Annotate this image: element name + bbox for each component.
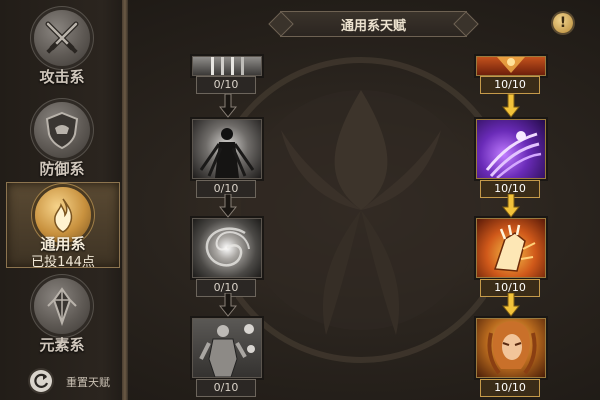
category-label: 攻击系	[39, 68, 85, 86]
talent-level: 0/10	[196, 76, 256, 94]
arrow-down-icon	[219, 293, 237, 317]
title-banner: 通用系天赋	[268, 11, 479, 37]
arrow-down-icon	[502, 293, 520, 317]
category-defense[interactable]: 防御系	[6, 98, 118, 188]
purple-claw-icon	[476, 119, 546, 179]
category-attack[interactable]: 攻击系	[6, 6, 118, 96]
arrow-down-icon	[219, 94, 237, 118]
crystal-icon	[34, 278, 90, 334]
arrow-down-icon	[502, 194, 520, 218]
crossed-swords-icon	[34, 10, 90, 66]
fire-emblem-icon	[476, 56, 546, 76]
arrow-down-icon	[219, 194, 237, 218]
talent-level: 10/10	[480, 76, 540, 94]
talent-level: 0/10	[196, 379, 256, 397]
armored-warrior-icon	[192, 318, 262, 378]
category-label: 元素系	[39, 336, 85, 354]
category-element[interactable]: 元素系	[6, 274, 118, 364]
flaming-gauntlet-icon	[476, 218, 546, 278]
vortex-icon	[192, 218, 262, 278]
dark-bars-icon	[192, 56, 262, 76]
talent-level: 10/10	[480, 379, 540, 397]
category-label: 防御系	[39, 160, 85, 178]
shield-icon	[34, 102, 90, 158]
page-title: 通用系天赋	[340, 19, 406, 34]
reset-label: 重置天赋	[66, 376, 110, 389]
golden-warrior-icon	[476, 318, 546, 378]
arrow-down-icon	[502, 94, 520, 118]
info-icon[interactable]: !	[553, 13, 573, 33]
background-sigil	[236, 57, 486, 363]
shadow-figure-icon	[192, 119, 262, 179]
talent-screen: 攻击系 防御系 通用系 已投144点 元素系 重置天赋 通用系天赋 ! 0/10…	[0, 0, 600, 400]
points-spent-label: 已投144点	[31, 255, 95, 270]
sidebar-divider	[122, 0, 128, 400]
category-general[interactable]: 通用系 已投144点	[6, 182, 120, 270]
refresh-icon	[30, 370, 52, 392]
